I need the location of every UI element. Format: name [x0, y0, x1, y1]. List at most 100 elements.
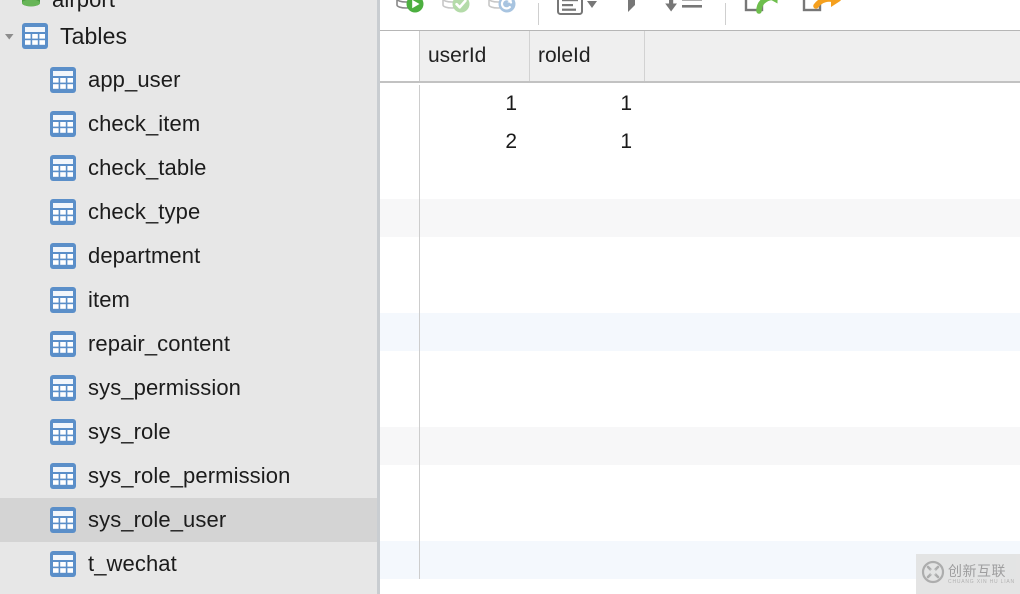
cell-userId[interactable]: 1	[420, 85, 530, 123]
cell-roleId[interactable]	[530, 351, 645, 389]
tree-item-table[interactable]: sys_permission	[0, 366, 377, 410]
cell-filler	[645, 85, 1020, 123]
tree-item-table[interactable]: check_table	[0, 146, 377, 190]
table-icon	[46, 66, 80, 94]
row-gutter[interactable]	[380, 351, 420, 389]
table-icon	[46, 418, 80, 446]
row-gutter[interactable]	[380, 161, 420, 199]
cell-filler	[645, 313, 1020, 351]
tree-item-table-label: department	[80, 243, 200, 269]
cell-filler	[645, 123, 1020, 161]
cell-userId[interactable]	[420, 199, 530, 237]
tree-item-table[interactable]: sys_role	[0, 410, 377, 454]
cell-roleId[interactable]	[530, 427, 645, 465]
cell-filler	[645, 351, 1020, 389]
table-row-empty[interactable]	[380, 351, 1020, 389]
cell-roleId[interactable]	[530, 237, 645, 275]
cell-userId[interactable]	[420, 427, 530, 465]
tree-item-table-label: sys_role_permission	[80, 463, 290, 489]
database-client-window: airport Tables app_usercheck_i	[0, 0, 1020, 594]
column-header-roleId[interactable]: roleId	[530, 31, 645, 81]
tree-item-table[interactable]: check_type	[0, 190, 377, 234]
table-row-empty[interactable]	[380, 199, 1020, 237]
data-grid[interactable]: userIdroleId 1121	[380, 31, 1020, 594]
cell-userId[interactable]	[420, 389, 530, 427]
cell-userId[interactable]	[420, 313, 530, 351]
grid-column-headers[interactable]: userIdroleId	[420, 31, 1020, 81]
cell-userId[interactable]	[420, 541, 530, 579]
rollback-icon[interactable]	[480, 0, 526, 27]
redo-icon[interactable]	[796, 0, 854, 27]
cell-roleId[interactable]	[530, 199, 645, 237]
cell-userId[interactable]	[420, 275, 530, 313]
grid-rows[interactable]: 1121	[380, 85, 1020, 594]
tree-item-table[interactable]: item	[0, 278, 377, 322]
tree-item-table[interactable]: check_item	[0, 102, 377, 146]
table-icon	[46, 154, 80, 182]
table-row[interactable]: 21	[380, 123, 1020, 161]
tree-item-table-label: check_table	[80, 155, 207, 181]
cell-roleId[interactable]	[530, 161, 645, 199]
row-gutter[interactable]	[380, 199, 420, 237]
tree-item-table[interactable]: sys_role_user	[0, 498, 377, 542]
tree-item-table[interactable]: t_wechat	[0, 542, 377, 586]
table-list[interactable]: app_usercheck_item check_table check_typed…	[0, 58, 377, 586]
table-row-empty[interactable]	[380, 465, 1020, 503]
chevron-down-icon[interactable]	[0, 31, 18, 42]
row-gutter[interactable]	[380, 237, 420, 275]
cell-userId[interactable]	[420, 161, 530, 199]
row-gutter[interactable]	[380, 427, 420, 465]
watermark-pinyin: CHUANG XIN HU LIAN	[948, 580, 1015, 585]
cell-roleId[interactable]	[530, 465, 645, 503]
cell-userId[interactable]	[420, 237, 530, 275]
sort-icon[interactable]	[655, 0, 713, 27]
table-row-empty[interactable]	[380, 503, 1020, 541]
column-header-userId[interactable]: userId	[420, 31, 530, 81]
table-icon	[46, 110, 80, 138]
row-gutter[interactable]	[380, 123, 420, 161]
table-row-empty[interactable]	[380, 237, 1020, 275]
row-gutter[interactable]	[380, 465, 420, 503]
cell-userId[interactable]	[420, 503, 530, 541]
table-row-empty[interactable]	[380, 161, 1020, 199]
row-gutter[interactable]	[380, 313, 420, 351]
toolbar-divider-2	[725, 3, 726, 25]
tree-item-table[interactable]: department	[0, 234, 377, 278]
row-gutter[interactable]	[380, 85, 420, 123]
undo-icon[interactable]	[738, 0, 796, 27]
tree-item-database[interactable]: airport	[0, 0, 377, 14]
cell-userId[interactable]	[420, 465, 530, 503]
tree-item-tables-folder[interactable]: Tables	[0, 14, 377, 58]
tree-item-table[interactable]: app_user	[0, 58, 377, 102]
row-gutter[interactable]	[380, 389, 420, 427]
table-row-empty[interactable]	[380, 427, 1020, 465]
cell-roleId[interactable]	[530, 275, 645, 313]
object-tree-sidebar[interactable]: airport Tables app_usercheck_i	[0, 0, 380, 594]
cell-roleId[interactable]	[530, 541, 645, 579]
cell-roleId[interactable]	[530, 503, 645, 541]
tree-item-table[interactable]: sys_role_permission	[0, 454, 377, 498]
cell-roleId[interactable]	[530, 389, 645, 427]
row-gutter[interactable]	[380, 503, 420, 541]
tree-item-table[interactable]: repair_content	[0, 322, 377, 366]
row-gutter[interactable]	[380, 275, 420, 313]
cell-userId[interactable]: 2	[420, 123, 530, 161]
table-row-empty[interactable]	[380, 389, 1020, 427]
grid-toolbar[interactable]	[380, 0, 1020, 31]
view-mode-icon[interactable]	[551, 0, 609, 27]
table-row-empty[interactable]	[380, 275, 1020, 313]
cell-userId[interactable]	[420, 351, 530, 389]
cell-roleId[interactable]: 1	[530, 123, 645, 161]
table-row-empty[interactable]	[380, 313, 1020, 351]
toolbar-divider	[538, 3, 539, 25]
cell-filler	[645, 503, 1020, 541]
cell-roleId[interactable]	[530, 313, 645, 351]
filter-icon[interactable]	[609, 0, 655, 27]
cell-roleId[interactable]: 1	[530, 85, 645, 123]
tree-item-table-label: item	[80, 287, 130, 313]
table-row[interactable]: 11	[380, 85, 1020, 123]
tree-item-table-label: sys_role	[80, 419, 171, 445]
commit-icon[interactable]	[434, 0, 480, 27]
row-gutter[interactable]	[380, 541, 420, 579]
execute-sql-icon[interactable]	[388, 0, 434, 27]
